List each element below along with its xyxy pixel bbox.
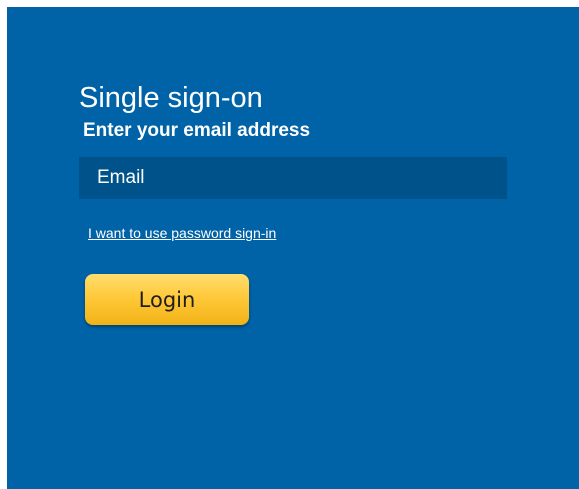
page: Single sign-on Enter your email address … [0,0,579,489]
email-field[interactable] [79,157,507,199]
sso-panel: Single sign-on Enter your email address … [7,7,579,489]
sso-form: Single sign-on Enter your email address … [79,81,509,325]
password-signin-link[interactable]: I want to use password sign-in [88,224,276,242]
login-button[interactable]: Login [85,274,249,325]
page-title: Single sign-on [79,82,263,114]
email-prompt: Enter your email address [83,120,311,141]
